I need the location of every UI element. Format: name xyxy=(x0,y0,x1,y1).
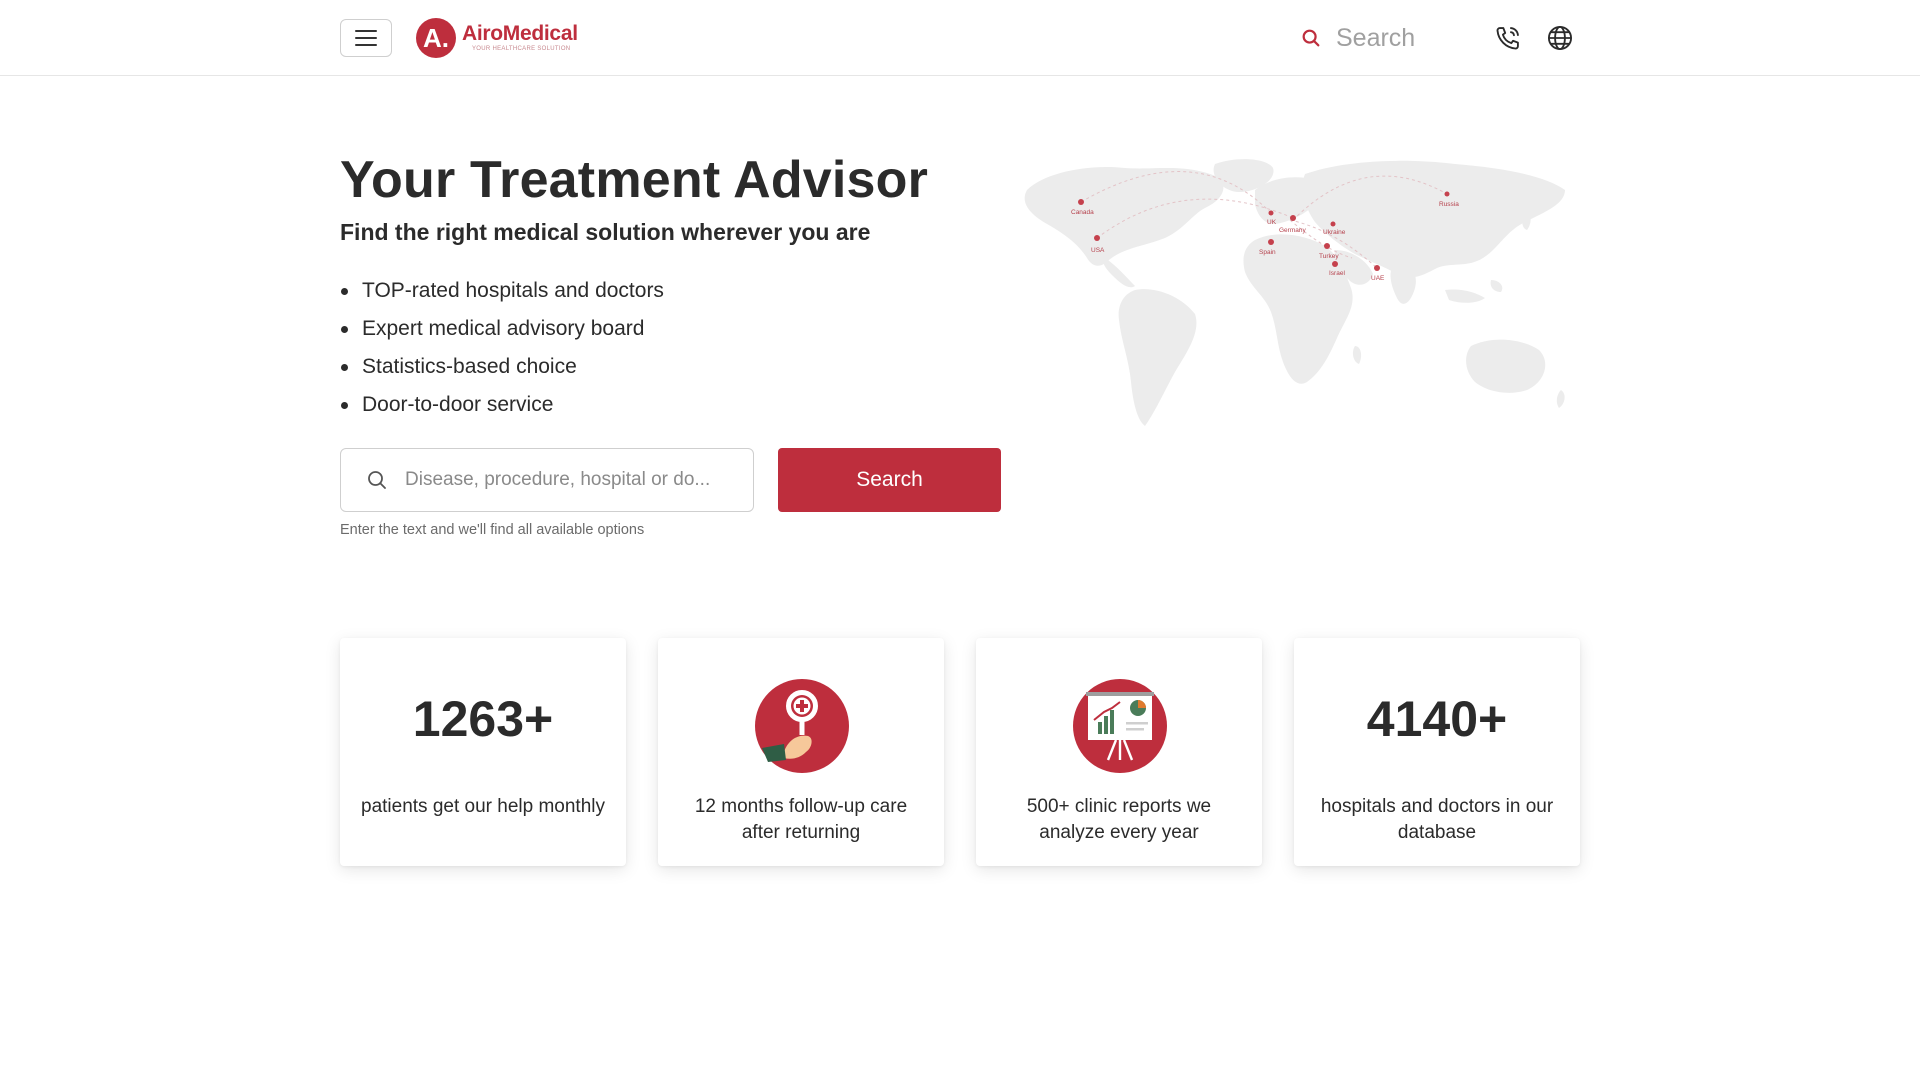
site-header: A. AiroMedical YOUR HEALTHCARE SOLUTION xyxy=(0,0,1920,76)
feature-item: TOP-rated hospitals and doctors xyxy=(340,276,664,314)
map-label: Germany xyxy=(1279,227,1306,234)
search-button[interactable]: Search xyxy=(778,448,1001,512)
world-map: Canada USA UK Germany Ukraine Russia Spa… xyxy=(1024,159,1565,426)
map-label: Russia xyxy=(1439,201,1459,208)
map-label: Spain xyxy=(1259,249,1276,256)
stat-card-patients: 1263+ patients get our help monthly xyxy=(340,638,626,866)
feature-item: Expert medical advisory board xyxy=(340,314,664,352)
logo-name: AiroMedical xyxy=(462,22,578,45)
medical-magnifier-icon xyxy=(755,679,849,773)
stat-text: patients get our help monthly xyxy=(361,796,605,817)
header-search-input[interactable] xyxy=(1336,23,1486,53)
hamburger-menu-button[interactable] xyxy=(340,19,392,57)
phone-icon[interactable] xyxy=(1494,24,1522,52)
stat-card-hospitals: 4140+ hospitals and doctors in our datab… xyxy=(1294,638,1580,866)
page-subtitle: Find the right medical solution wherever… xyxy=(340,219,871,245)
logo-tagline: YOUR HEALTHCARE SOLUTION xyxy=(472,46,571,52)
page-title: Your Treatment Advisor xyxy=(340,151,929,209)
stat-card-follow-up: 12 months follow-up care after returning xyxy=(658,638,944,866)
stat-number: 4140+ xyxy=(1366,691,1508,747)
treatment-search-input[interactable] xyxy=(405,469,745,491)
map-label: UK xyxy=(1267,219,1277,226)
logo[interactable]: A. AiroMedical YOUR HEALTHCARE SOLUTION xyxy=(416,17,578,59)
map-label: Israel xyxy=(1329,270,1345,277)
header-search xyxy=(1300,20,1486,56)
feature-item: Door-to-door service xyxy=(340,390,664,428)
search-icon[interactable] xyxy=(1300,27,1322,49)
globe-icon[interactable] xyxy=(1546,24,1574,52)
stat-text: 12 months follow-up care after returning xyxy=(694,796,908,843)
map-label: Ukraine xyxy=(1323,229,1346,236)
chart-presentation-icon xyxy=(1073,679,1167,773)
hamburger-menu-icon xyxy=(355,30,377,32)
search-icon xyxy=(368,471,386,489)
map-label: USA xyxy=(1091,247,1105,254)
map-label: UAE xyxy=(1371,275,1385,282)
treatment-search-field[interactable] xyxy=(340,448,754,512)
stat-card-reports: 500+ clinic reports we analyze every yea… xyxy=(976,638,1262,866)
feature-list: TOP-rated hospitals and doctors Expert m… xyxy=(340,276,664,428)
feature-item: Statistics-based choice xyxy=(340,352,664,390)
map-label: Canada xyxy=(1071,209,1094,216)
stat-text: 500+ clinic reports we analyze every yea… xyxy=(1026,796,1212,843)
stat-number: 1263+ xyxy=(412,691,554,747)
logo-mark: A. xyxy=(416,18,456,58)
stat-text: hospitals and doctors in our database xyxy=(1320,796,1554,843)
search-hint: Enter the text and we'll find all availa… xyxy=(340,522,645,538)
map-label: Turkey xyxy=(1319,253,1339,260)
